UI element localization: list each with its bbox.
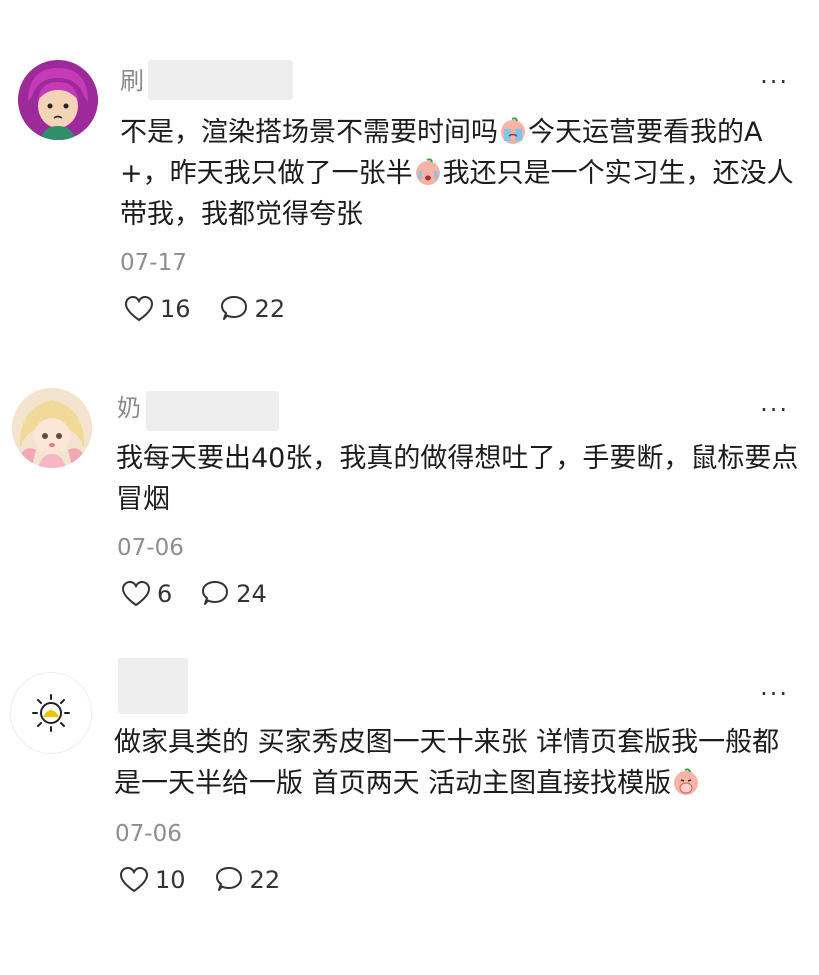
comment-text-part: 我每天要出40张，我真的做得想吐了，手要断，鼠标要点冒烟 [116,443,799,515]
crying-emoji-icon [415,158,440,185]
comment-text: 不是，渲染搭场景不需要时间吗 今天运营要看我的A+，昨天我只做了一张半 我还只是一个… [120,112,810,235]
comment-text: 我每天要出40张，我真的做得想吐了，手要断，鼠标要点冒烟 [116,438,806,520]
crying-emoji-icon [501,117,525,144]
comment-date: 07-06 [117,535,184,561]
avatar-cartoon-girl-icon [18,60,98,140]
avatar[interactable] [18,60,98,140]
reply-count: 22 [254,295,286,323]
username[interactable]: 刷 [120,66,144,96]
comment-bubble-icon [202,581,229,605]
like-count: 6 [157,580,173,608]
comment-text-part: 不是，渲染搭场景不需要时间吗 [120,117,498,148]
username[interactable]: 奶 [117,393,141,423]
comment-text: 做家具类的 买家秀皮图一天十来张 详情页套版我一般都是一天半给一版 首页两天 活… [114,722,804,804]
comment-date: 07-06 [115,821,182,847]
avatar[interactable] [12,388,92,468]
like-count: 16 [160,295,191,323]
heart-icon [121,580,151,607]
comment-item: ··· 做家具类的 买家秀皮图一天十来张 详情页套版我一般都是一天半给一版 首页… [0,0,819,894]
blurred-username [146,391,279,431]
heart-icon [119,866,149,893]
more-dots-icon[interactable]: ··· [760,682,789,706]
comment-actions: 6 24 [121,580,295,608]
comment-actions: 16 22 [124,295,313,323]
avatar-anime-girl-icon [12,388,92,468]
reply-button[interactable]: 22 [214,866,281,894]
comment-bubble-icon [215,867,242,891]
sun-icon [32,694,70,732]
avatar[interactable] [10,672,92,754]
more-dots-icon[interactable]: ··· [760,398,789,422]
like-button[interactable]: 10 [119,866,186,894]
more-dots-icon[interactable]: ··· [760,70,789,94]
blurred-username [118,658,188,714]
reply-count: 24 [236,580,267,608]
reply-button[interactable]: 24 [200,580,267,608]
like-count: 10 [155,866,186,894]
blurred-username [148,60,293,100]
heart-icon [124,295,154,322]
reply-count: 22 [249,866,281,894]
comment-item: 刷 ··· 不是，渲染搭场景不需要时间吗 今天运营要看我的A+，昨天我只做了一张半… [0,0,819,350]
like-button[interactable]: 16 [124,295,191,323]
comment-actions: 10 22 [119,866,308,894]
comment-bubble-icon [220,296,247,320]
like-button[interactable]: 6 [121,580,172,608]
facepalm-emoji-icon [674,768,699,795]
comment-date: 07-17 [120,250,187,276]
reply-button[interactable]: 22 [219,295,286,323]
